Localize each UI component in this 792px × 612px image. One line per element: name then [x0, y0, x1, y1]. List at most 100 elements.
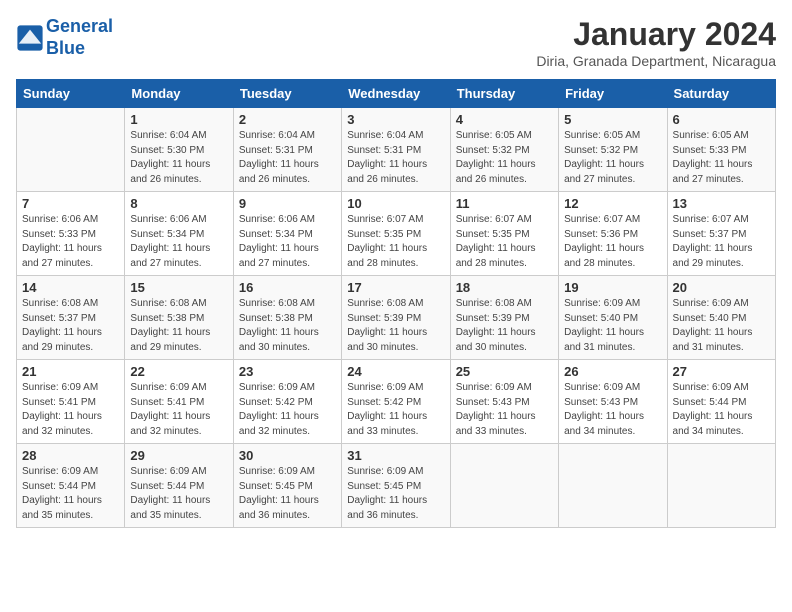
- calendar-cell: 2 Sunrise: 6:04 AM Sunset: 5:31 PM Daylig…: [233, 108, 341, 192]
- calendar-cell: 27Sunrise: 6:09 AM Sunset: 5:44 PM Dayli…: [667, 360, 775, 444]
- calendar-cell: 14 Sunrise: 6:08 AM Sunset: 5:37 PM Dayli…: [17, 276, 125, 360]
- day-number: 15: [130, 280, 227, 295]
- weekday-header-friday: Friday: [559, 80, 667, 108]
- day-info: Sunrise: 6:06 AM Sunset: 5:34 PM Dayligh…: [239, 213, 336, 271]
- weekday-header-saturday: Saturday: [667, 80, 775, 108]
- calendar-title: January 2024: [536, 16, 776, 53]
- logo-text: General Blue: [46, 16, 113, 59]
- day-number: 16: [239, 280, 336, 295]
- calendar-cell: 23 Sunrise: 6:09 AM Sunset: 5:42 PM Dayli…: [233, 360, 341, 444]
- calendar-cell: 31 Sunrise: 6:09 AM Sunset: 5:45 PM Dayli…: [342, 444, 450, 528]
- day-number: 5: [564, 112, 661, 127]
- day-number: 14: [22, 280, 119, 295]
- weekday-header-monday: Monday: [125, 80, 233, 108]
- day-info: Sunrise: 6:05 AM Sunset: 5:32 PM Dayligh…: [456, 129, 553, 187]
- calendar-cell: [17, 108, 125, 192]
- logo: General Blue: [16, 16, 113, 59]
- day-info: Sunrise: 6:08 AM Sunset: 5:38 PM Dayligh…: [239, 297, 336, 355]
- calendar-cell: [559, 444, 667, 528]
- day-number: 9: [239, 196, 336, 211]
- week-row-1: 1Sunrise: 6:04 AM Sunset: 5:30 PM Daylig…: [17, 108, 776, 192]
- day-number: 10: [347, 196, 444, 211]
- day-info: Sunrise: 6:04 AM Sunset: 5:31 PM Dayligh…: [347, 129, 444, 187]
- calendar-cell: 20Sunrise: 6:09 AM Sunset: 5:40 PM Dayli…: [667, 276, 775, 360]
- calendar-cell: 8 Sunrise: 6:06 AM Sunset: 5:34 PM Daylig…: [125, 192, 233, 276]
- day-info: Sunrise: 6:08 AM Sunset: 5:37 PM Dayligh…: [22, 297, 119, 355]
- calendar-cell: 22Sunrise: 6:09 AM Sunset: 5:41 PM Dayli…: [125, 360, 233, 444]
- day-info: Sunrise: 6:09 AM Sunset: 5:43 PM Dayligh…: [456, 381, 553, 439]
- week-row-2: 7Sunrise: 6:06 AM Sunset: 5:33 PM Daylig…: [17, 192, 776, 276]
- calendar-cell: 4 Sunrise: 6:05 AM Sunset: 5:32 PM Daylig…: [450, 108, 558, 192]
- day-info: Sunrise: 6:07 AM Sunset: 5:35 PM Dayligh…: [347, 213, 444, 271]
- calendar-cell: 24 Sunrise: 6:09 AM Sunset: 5:42 PM Dayli…: [342, 360, 450, 444]
- weekday-header-wednesday: Wednesday: [342, 80, 450, 108]
- calendar-cell: [450, 444, 558, 528]
- day-info: Sunrise: 6:09 AM Sunset: 5:42 PM Dayligh…: [239, 381, 336, 439]
- day-info: Sunrise: 6:08 AM Sunset: 5:39 PM Dayligh…: [456, 297, 553, 355]
- day-number: 22: [130, 364, 227, 379]
- day-info: Sunrise: 6:07 AM Sunset: 5:37 PM Dayligh…: [673, 213, 770, 271]
- day-info: Sunrise: 6:09 AM Sunset: 5:44 PM Dayligh…: [22, 465, 119, 523]
- calendar-cell: 12 Sunrise: 6:07 AM Sunset: 5:36 PM Dayli…: [559, 192, 667, 276]
- logo-line2: Blue: [46, 38, 85, 58]
- calendar-cell: 26 Sunrise: 6:09 AM Sunset: 5:43 PM Dayli…: [559, 360, 667, 444]
- day-info: Sunrise: 6:04 AM Sunset: 5:31 PM Dayligh…: [239, 129, 336, 187]
- calendar-cell: 5Sunrise: 6:05 AM Sunset: 5:32 PM Daylig…: [559, 108, 667, 192]
- day-number: 23: [239, 364, 336, 379]
- day-info: Sunrise: 6:08 AM Sunset: 5:39 PM Dayligh…: [347, 297, 444, 355]
- day-number: 4: [456, 112, 553, 127]
- day-number: 2: [239, 112, 336, 127]
- week-row-3: 14 Sunrise: 6:08 AM Sunset: 5:37 PM Dayli…: [17, 276, 776, 360]
- day-info: Sunrise: 6:06 AM Sunset: 5:34 PM Dayligh…: [130, 213, 227, 271]
- day-number: 31: [347, 448, 444, 463]
- calendar-cell: 1Sunrise: 6:04 AM Sunset: 5:30 PM Daylig…: [125, 108, 233, 192]
- calendar-cell: 3Sunrise: 6:04 AM Sunset: 5:31 PM Daylig…: [342, 108, 450, 192]
- day-number: 21: [22, 364, 119, 379]
- calendar-subtitle: Diria, Granada Department, Nicaragua: [536, 53, 776, 69]
- day-number: 26: [564, 364, 661, 379]
- calendar-cell: [667, 444, 775, 528]
- day-info: Sunrise: 6:08 AM Sunset: 5:38 PM Dayligh…: [130, 297, 227, 355]
- day-number: 20: [673, 280, 770, 295]
- title-block: January 2024 Diria, Granada Department, …: [536, 16, 776, 69]
- day-number: 8: [130, 196, 227, 211]
- day-info: Sunrise: 6:09 AM Sunset: 5:43 PM Dayligh…: [564, 381, 661, 439]
- day-number: 7: [22, 196, 119, 211]
- weekday-header-tuesday: Tuesday: [233, 80, 341, 108]
- week-row-4: 21 Sunrise: 6:09 AM Sunset: 5:41 PM Dayli…: [17, 360, 776, 444]
- day-info: Sunrise: 6:05 AM Sunset: 5:33 PM Dayligh…: [673, 129, 770, 187]
- day-info: Sunrise: 6:07 AM Sunset: 5:36 PM Dayligh…: [564, 213, 661, 271]
- day-number: 30: [239, 448, 336, 463]
- day-number: 27: [673, 364, 770, 379]
- calendar-cell: 16 Sunrise: 6:08 AM Sunset: 5:38 PM Dayli…: [233, 276, 341, 360]
- calendar-cell: 21 Sunrise: 6:09 AM Sunset: 5:41 PM Dayli…: [17, 360, 125, 444]
- page-header: General Blue January 2024 Diria, Granada…: [16, 16, 776, 69]
- calendar-cell: 18 Sunrise: 6:08 AM Sunset: 5:39 PM Dayli…: [450, 276, 558, 360]
- day-number: 25: [456, 364, 553, 379]
- calendar-cell: 7Sunrise: 6:06 AM Sunset: 5:33 PM Daylig…: [17, 192, 125, 276]
- day-info: Sunrise: 6:09 AM Sunset: 5:44 PM Dayligh…: [130, 465, 227, 523]
- day-number: 24: [347, 364, 444, 379]
- day-number: 11: [456, 196, 553, 211]
- day-number: 13: [673, 196, 770, 211]
- week-row-5: 28 Sunrise: 6:09 AM Sunset: 5:44 PM Dayli…: [17, 444, 776, 528]
- day-number: 19: [564, 280, 661, 295]
- calendar-cell: 28 Sunrise: 6:09 AM Sunset: 5:44 PM Dayli…: [17, 444, 125, 528]
- day-info: Sunrise: 6:07 AM Sunset: 5:35 PM Dayligh…: [456, 213, 553, 271]
- calendar-cell: 9 Sunrise: 6:06 AM Sunset: 5:34 PM Daylig…: [233, 192, 341, 276]
- calendar-cell: 11 Sunrise: 6:07 AM Sunset: 5:35 PM Dayli…: [450, 192, 558, 276]
- weekday-header-row: SundayMondayTuesdayWednesdayThursdayFrid…: [17, 80, 776, 108]
- day-number: 6: [673, 112, 770, 127]
- calendar-cell: 6 Sunrise: 6:05 AM Sunset: 5:33 PM Daylig…: [667, 108, 775, 192]
- day-number: 18: [456, 280, 553, 295]
- day-number: 12: [564, 196, 661, 211]
- calendar-cell: 10 Sunrise: 6:07 AM Sunset: 5:35 PM Dayli…: [342, 192, 450, 276]
- day-info: Sunrise: 6:09 AM Sunset: 5:41 PM Dayligh…: [22, 381, 119, 439]
- day-info: Sunrise: 6:04 AM Sunset: 5:30 PM Dayligh…: [130, 129, 227, 187]
- day-info: Sunrise: 6:09 AM Sunset: 5:45 PM Dayligh…: [347, 465, 444, 523]
- day-info: Sunrise: 6:09 AM Sunset: 5:42 PM Dayligh…: [347, 381, 444, 439]
- day-number: 17: [347, 280, 444, 295]
- day-number: 28: [22, 448, 119, 463]
- calendar-cell: 29Sunrise: 6:09 AM Sunset: 5:44 PM Dayli…: [125, 444, 233, 528]
- calendar-cell: 25 Sunrise: 6:09 AM Sunset: 5:43 PM Dayli…: [450, 360, 558, 444]
